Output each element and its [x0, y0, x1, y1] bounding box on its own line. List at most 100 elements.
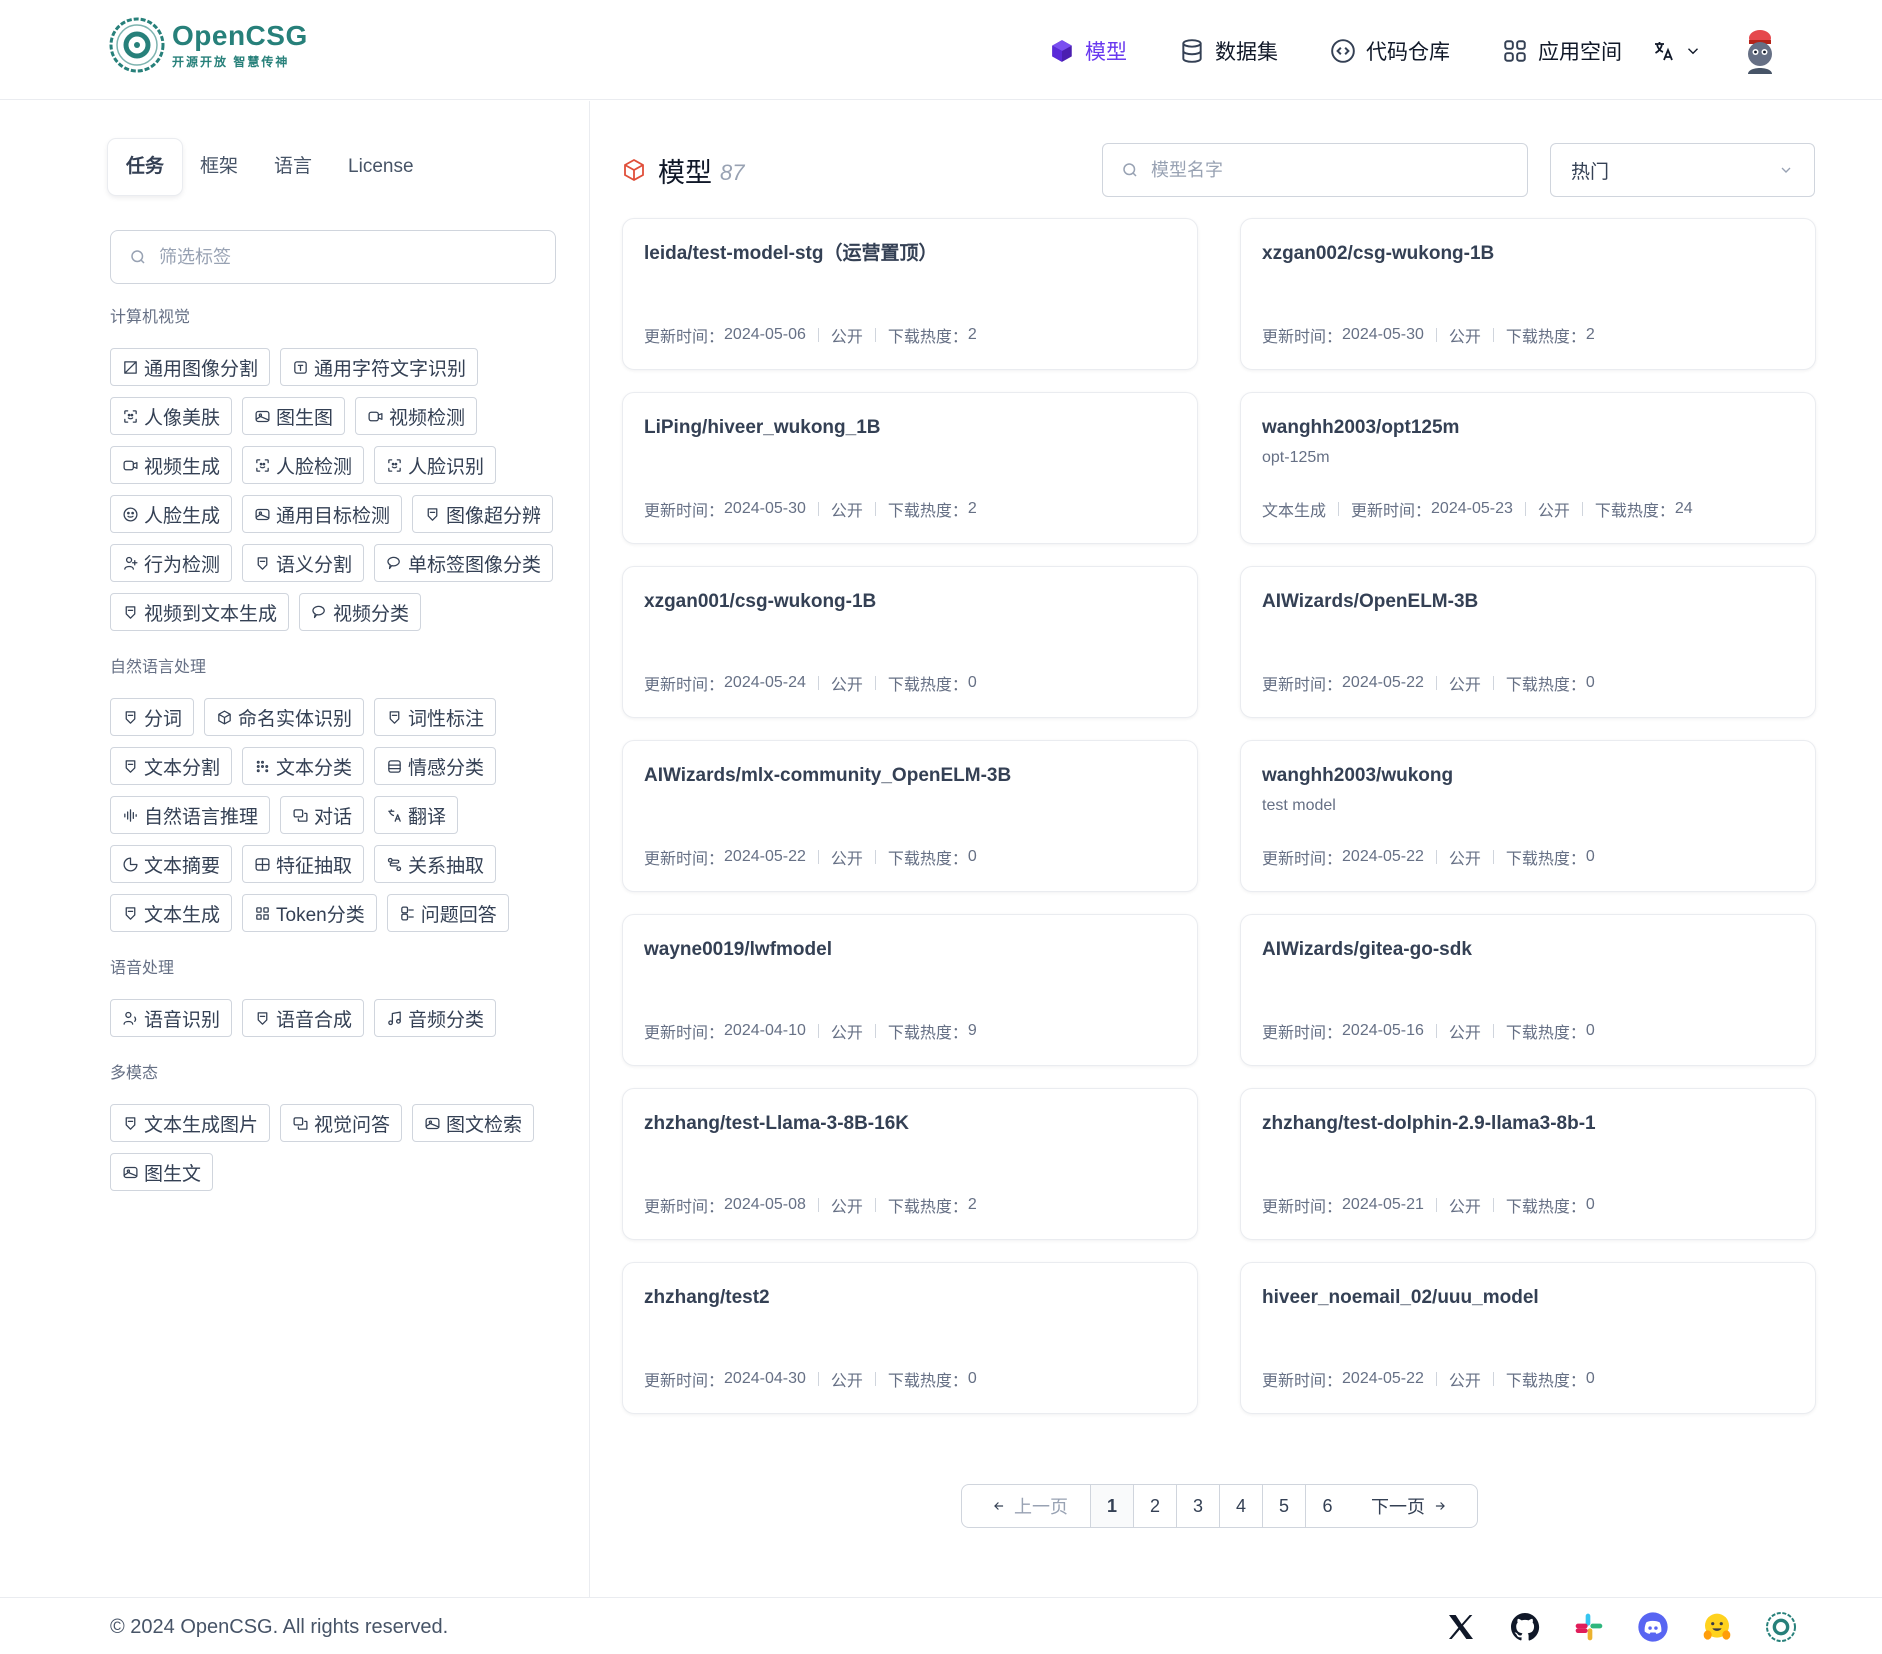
task-tag[interactable]: 图像超分辨 — [412, 495, 554, 533]
task-tag[interactable]: 情感分类 — [374, 747, 497, 785]
github-icon[interactable] — [1508, 1610, 1542, 1644]
task-tag[interactable]: 视觉问答 — [280, 1104, 403, 1142]
task-tag[interactable]: 文本分类 — [242, 747, 365, 785]
user-avatar[interactable] — [1740, 28, 1780, 74]
task-tag[interactable]: 问题回答 — [386, 894, 509, 932]
page-number-button[interactable]: 5 — [1263, 1485, 1306, 1527]
model-card[interactable]: xzgan002/csg-wukong-1B 更新时间： 2024-05-30 公开 下… — [1240, 218, 1816, 370]
task-tag[interactable]: 视频检测 — [355, 397, 478, 435]
task-tag[interactable]: 视频到文本生成 — [110, 593, 290, 631]
task-tag[interactable]: 语音识别 — [110, 999, 233, 1037]
task-tag[interactable]: 分词 — [110, 698, 195, 736]
task-tag[interactable]: 通用图像分割 — [110, 348, 271, 386]
translate-icon — [1655, 42, 1673, 61]
task-tag[interactable]: 语音合成 — [242, 999, 365, 1037]
task-tag[interactable]: 特征抽取 — [242, 845, 365, 883]
downloads-count: 2 — [1585, 326, 1595, 343]
page-number-button[interactable]: 2 — [1134, 1485, 1177, 1527]
task-tag[interactable]: 词性标注 — [374, 698, 497, 736]
x-icon[interactable] — [1444, 1610, 1478, 1644]
task-tag[interactable]: 通用目标检测 — [242, 495, 403, 533]
nav-item-datasets[interactable]: 数据集 — [1179, 33, 1278, 69]
nav-item-models[interactable]: 模型 — [1049, 33, 1127, 69]
task-tag[interactable]: Token分类 — [242, 894, 377, 932]
model-card[interactable]: AIWizards/gitea-go-sdk 更新时间： 2024-05-16 公开 下… — [1240, 914, 1816, 1066]
task-tag[interactable]: 对话 — [280, 796, 365, 834]
task-tag[interactable]: 行为检测 — [110, 544, 233, 582]
model-card[interactable]: AIWizards/OpenELM-3B 更新时间： 2024-05-22 公开 下载热… — [1240, 566, 1816, 718]
task-tag[interactable]: 翻译 — [374, 796, 459, 834]
model-card[interactable]: zhzhang/test-dolphin-2.9-llama3-8b-1 更新时间… — [1240, 1088, 1816, 1240]
task-tag[interactable]: 音频分类 — [374, 999, 497, 1037]
task-tag[interactable]: 语义分割 — [242, 544, 365, 582]
model-card[interactable]: hiveer_noemail_02/uuu_model 更新时间： 2024-05-… — [1240, 1262, 1816, 1414]
tab-languages[interactable]: 语言 — [256, 139, 330, 195]
tag-group-title: 自然语言处理 — [110, 659, 207, 676]
model-card[interactable]: leida/test-model-stg（运营置顶） 更新时间： 2024-05-0… — [622, 218, 1198, 370]
updated-date: 2024-05-22 — [724, 848, 806, 865]
task-tag[interactable]: 人脸生成 — [110, 495, 233, 533]
model-card[interactable]: xzgan001/csg-wukong-1B 更新时间： 2024-05-24 公开 下… — [622, 566, 1198, 718]
tag-icon — [125, 710, 136, 724]
task-tag[interactable]: 人脸识别 — [374, 446, 497, 484]
model-card[interactable]: zhzhang/test2 更新时间： 2024-04-30 公开 下载热度： 0 — [622, 1262, 1198, 1414]
task-tag[interactable]: 文本生成图片 — [110, 1104, 271, 1142]
task-tag[interactable]: 文本生成 — [110, 894, 233, 932]
sort-select[interactable]: 热门 — [1550, 143, 1815, 197]
tag-icon — [294, 360, 307, 374]
huggingface-icon[interactable] — [1700, 1610, 1734, 1644]
visibility-label: 公开 — [1448, 329, 1481, 346]
task-tag[interactable]: 关系抽取 — [374, 845, 497, 883]
tab-tasks[interactable]: 任务 — [108, 139, 183, 195]
tag-icon — [389, 710, 400, 724]
model-search-input[interactable] — [1151, 159, 1511, 181]
nav-item-code[interactable]: 代码仓库 — [1330, 33, 1450, 69]
page-number-button[interactable]: 6 — [1306, 1485, 1349, 1527]
task-tag[interactable]: 图文检索 — [412, 1104, 535, 1142]
model-card[interactable]: LiPing/hiveer_wukong_1B 更新时间： 2024-05-30 公开… — [622, 392, 1198, 544]
discord-icon[interactable] — [1636, 1610, 1670, 1644]
task-tag-label: 分词 — [144, 708, 183, 730]
task-tag-label: 自然语言推理 — [144, 806, 259, 828]
task-tag-label: 文本生成 — [144, 904, 221, 926]
model-task: 文本生成 — [1262, 503, 1327, 520]
task-tag[interactable]: 自然语言推理 — [110, 796, 271, 834]
task-tag[interactable]: 视频生成 — [110, 446, 233, 484]
model-card[interactable]: zhzhang/test-Llama-3-8B-16K 更新时间： 2024-05-… — [622, 1088, 1198, 1240]
model-card[interactable]: wanghh2003/opt125m opt-125m 文本生成 更新时间： 2024-… — [1240, 392, 1816, 544]
tab-license[interactable]: License — [330, 139, 432, 195]
task-tag[interactable]: 命名实体识别 — [204, 698, 365, 736]
task-tag[interactable]: 通用字符文字识别 — [280, 348, 479, 386]
opencsg-icon[interactable] — [1764, 1610, 1798, 1644]
opencsg-logo[interactable]: OpenCSG 开源开放 智慧传神 — [108, 16, 308, 74]
task-tag[interactable]: 图生图 — [242, 397, 346, 435]
page-number-button[interactable]: 1 — [1091, 1485, 1134, 1527]
task-tag[interactable]: 图生文 — [110, 1153, 214, 1191]
prev-page-button[interactable]: 上一页 — [962, 1485, 1091, 1527]
task-tag[interactable]: 人像美肤 — [110, 397, 233, 435]
page-number-button[interactable]: 4 — [1220, 1485, 1263, 1527]
task-tag-label: 人像美肤 — [144, 407, 221, 429]
model-card[interactable]: wanghh2003/wukong test model 更新时间： 2024-05-… — [1240, 740, 1816, 892]
tag-filter-input[interactable] — [159, 246, 539, 268]
sort-value: 热门 — [1571, 161, 1610, 183]
language-switcher[interactable] — [1652, 33, 1702, 69]
task-tag[interactable]: 单标签图像分类 — [374, 544, 554, 582]
task-tag-label: 图生文 — [144, 1163, 202, 1185]
nav-item-spaces[interactable]: 应用空间 — [1502, 33, 1622, 69]
task-tag[interactable]: 文本分割 — [110, 747, 233, 785]
updated-label: 更新时间： — [1262, 851, 1343, 868]
slack-icon[interactable] — [1572, 1610, 1606, 1644]
task-tag[interactable]: 视频分类 — [299, 593, 422, 631]
model-card[interactable]: AIWizards/mlx-community_OpenELM-3B 更新时间： 2… — [622, 740, 1198, 892]
page-number-button[interactable]: 3 — [1177, 1485, 1220, 1527]
tag-icon — [387, 857, 402, 871]
tab-frameworks[interactable]: 框架 — [182, 139, 256, 195]
meta-divider — [1338, 502, 1340, 516]
task-tag[interactable]: 人脸检测 — [242, 446, 365, 484]
next-page-button[interactable]: 下一页 — [1349, 1485, 1477, 1527]
tag-icon — [388, 1010, 401, 1025]
task-tag-label: 情感分类 — [408, 757, 485, 779]
task-tag[interactable]: 文本摘要 — [110, 845, 233, 883]
model-card[interactable]: wayne0019/lwfmodel 更新时间： 2024-04-10 公开 下载热度：… — [622, 914, 1198, 1066]
